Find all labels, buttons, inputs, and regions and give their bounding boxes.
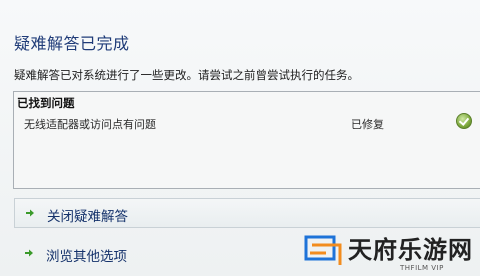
problems-found-header: 已找到问题 — [17, 96, 75, 110]
close-troubleshooter-label: 关闭疑难解答 — [47, 209, 128, 225]
site-watermark: 天府乐游网 THFILM VIP — [298, 226, 480, 276]
explore-other-options-label: 浏览其他选项 — [46, 249, 127, 265]
page-description: 疑难解答已对系统进行了一些更改。请尝试之前曾尝试执行的任务。 — [14, 68, 359, 82]
problem-status: 已修复 — [351, 118, 384, 131]
close-troubleshooter-option[interactable]: 关闭疑难解答 — [14, 198, 480, 228]
green-check-icon — [456, 113, 472, 129]
watermark-text: 天府乐游网 — [348, 236, 473, 264]
watermark-logo-icon — [304, 233, 344, 267]
problems-found-panel: 已找到问题 无线适配器或访问点有问题 已修复 — [13, 91, 480, 189]
watermark-subtext: THFILM VIP — [400, 264, 444, 272]
problem-name: 无线适配器或访问点有问题 — [24, 118, 156, 131]
green-arrow-icon — [24, 248, 34, 258]
green-arrow-icon — [25, 208, 35, 218]
troubleshooter-window: 疑难解答已完成 疑难解答已对系统进行了一些更改。请尝试之前曾尝试执行的任务。 已… — [0, 0, 480, 276]
page-title: 疑难解答已完成 — [14, 34, 130, 53]
problem-row: 无线适配器或访问点有问题 已修复 — [14, 112, 480, 134]
